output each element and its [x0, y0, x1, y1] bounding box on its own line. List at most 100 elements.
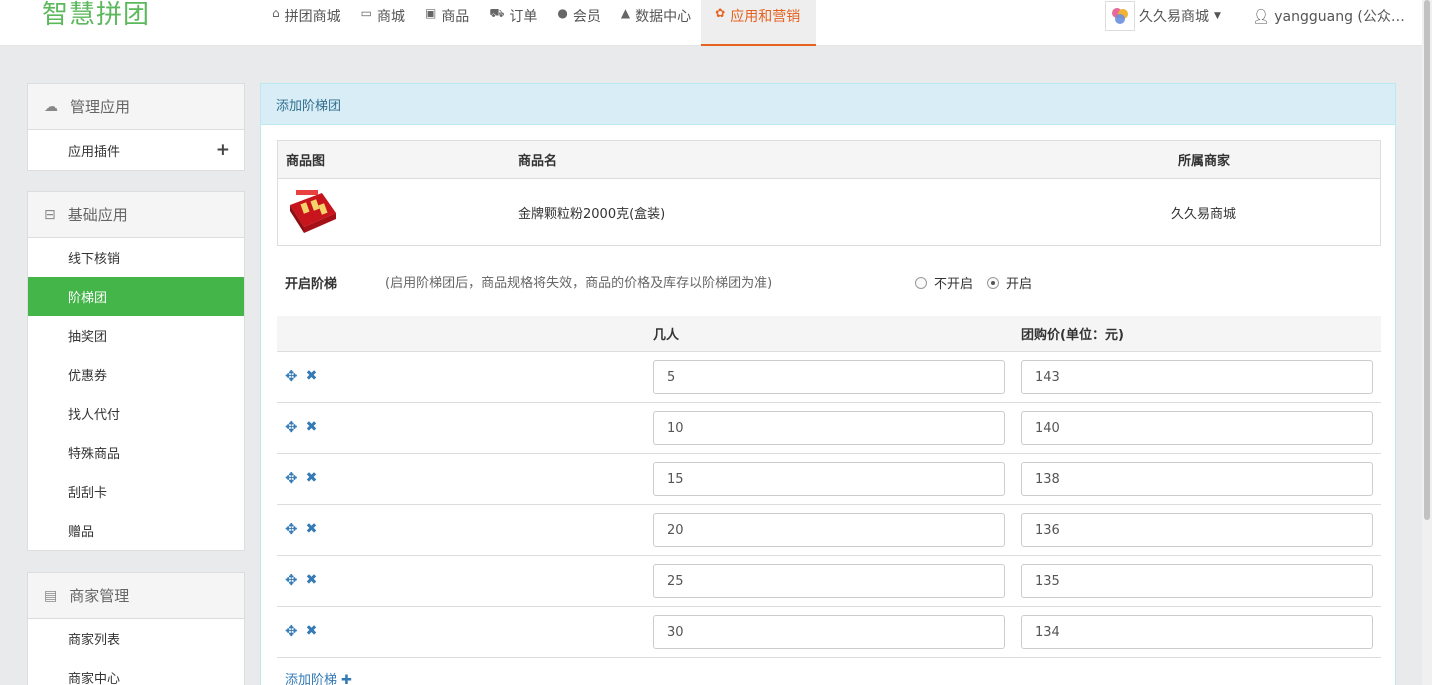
sidebar-item-scratch-card[interactable]: 刮刮卡: [28, 472, 244, 511]
inbox-icon: ⊟: [44, 206, 56, 223]
move-icon[interactable]: ✥: [285, 369, 298, 384]
people-input[interactable]: [653, 513, 1005, 547]
shop-name: 久久易商城: [1139, 9, 1209, 25]
sidebar-item-merchant-center[interactable]: 商家中心: [28, 658, 244, 685]
page-title: 添加阶梯团: [261, 84, 1395, 125]
radio-on-label[interactable]: 开启: [1006, 273, 1032, 292]
sidebar-item-merchant-list[interactable]: 商家列表: [28, 619, 244, 658]
people-input[interactable]: [653, 411, 1005, 445]
ladder-toggle-label: 开启阶梯: [285, 277, 338, 292]
people-input[interactable]: [653, 360, 1005, 394]
home-icon: ⌂: [272, 6, 280, 20]
sidebar-item-lottery-group[interactable]: 抽奖团: [28, 316, 244, 355]
add-ladder-button[interactable]: 添加阶梯 ✚: [285, 669, 352, 685]
move-icon[interactable]: ✥: [285, 624, 298, 639]
radio-off[interactable]: [915, 276, 927, 289]
price-input[interactable]: [1021, 411, 1373, 445]
nav-members[interactable]: ● 会员: [547, 0, 610, 46]
radio-off-label[interactable]: 不开启: [934, 273, 973, 292]
move-icon[interactable]: ✥: [285, 573, 298, 588]
people-input[interactable]: [653, 462, 1005, 496]
move-icon[interactable]: ✥: [285, 420, 298, 435]
user-icon: 👤︎: [1252, 9, 1275, 25]
price-input[interactable]: [1021, 360, 1373, 394]
user-icon: ●: [557, 6, 568, 20]
people-input[interactable]: [653, 615, 1005, 649]
sidebar-group-manage-apps: ☁ 管理应用 应用插件 +: [27, 83, 245, 171]
monitor-icon: ▭: [360, 6, 372, 20]
user-name: yangguang (公众号...: [1274, 9, 1407, 25]
apps-icon: ✿: [715, 6, 726, 20]
nav-data-center[interactable]: ▲ 数据中心: [611, 0, 701, 46]
price-input[interactable]: [1021, 462, 1373, 496]
sidebar-item-special-goods[interactable]: 特殊商品: [28, 433, 244, 472]
people-input[interactable]: [653, 564, 1005, 598]
sidebar-item-gifts[interactable]: 赠品: [28, 511, 244, 550]
goods-name: 金牌颗粒粉2000克(盒装): [518, 206, 666, 222]
nav-goods[interactable]: ▣ 商品: [415, 0, 479, 46]
move-icon[interactable]: ✥: [285, 471, 298, 486]
sidebar-group-merchant: ▤ 商家管理 商家列表 商家中心: [27, 572, 245, 685]
col-goods-image: 商品图: [286, 154, 326, 169]
ladder-toggle-radios: 不开启 开启: [915, 273, 1046, 292]
col-merchant: 所属商家: [1178, 154, 1231, 169]
table-row: ✥ ✖: [277, 556, 1381, 607]
sidebar-group-header: ▤ 商家管理: [28, 573, 244, 619]
remove-icon[interactable]: ✖: [306, 522, 318, 536]
sidebar-group-basic-apps: ⊟ 基础应用 线下核销 阶梯团 抽奖团 优惠券 找人代付 特殊商品 刮刮卡 赠品: [27, 191, 245, 551]
nav-apps-marketing[interactable]: ✿ 应用和营销: [701, 0, 817, 46]
nav-mall[interactable]: ▭ 商城: [351, 0, 415, 46]
top-navbar: 智慧拼团 ⌂ 拼团商城 ▭ 商城 ▣ 商品 ⛟ 订单 ● 会员 ▲ 数据中心 ✿ 应用和营销 …: [0, 0, 1422, 46]
table-row: 金牌颗粒粉2000克(盒装) 久久易商城: [278, 179, 1380, 245]
remove-icon[interactable]: ✖: [306, 471, 318, 485]
chart-icon: ▲: [620, 6, 631, 20]
price-input[interactable]: [1021, 564, 1373, 598]
cloud-icon: ☁: [44, 98, 58, 115]
sidebar-group-header: ⊟ 基础应用: [28, 192, 244, 238]
col-goods-name: 商品名: [518, 154, 558, 169]
goods-table: 商品图 商品名 所属商家 金牌颗粒粉2000克(盒装) 久久易商城: [277, 140, 1381, 246]
chevron-down-icon: ▼: [1214, 11, 1221, 21]
product-image: [286, 179, 338, 245]
goods-table-header: 商品图 商品名 所属商家: [278, 141, 1380, 179]
nav-pintuan-mall[interactable]: ⌂ 拼团商城: [262, 0, 351, 46]
sidebar-item-ladder-group[interactable]: 阶梯团: [28, 277, 244, 316]
ladder-toggle-note: (启用阶梯团后，商品规格将失效，商品的价格及库存以阶梯团为准): [385, 276, 773, 291]
page-scrollbar[interactable]: [1422, 0, 1432, 685]
archive-icon: ▤: [44, 587, 58, 604]
remove-icon[interactable]: ✖: [306, 420, 318, 434]
table-row: ✥ ✖: [277, 607, 1381, 658]
col-people: 几人: [653, 328, 680, 343]
main-nav: ⌂ 拼团商城 ▭ 商城 ▣ 商品 ⛟ 订单 ● 会员 ▲ 数据中心 ✿ 应用和营销: [262, 0, 817, 46]
sidebar-item-coupons[interactable]: 优惠券: [28, 355, 244, 394]
table-row: ✥ ✖: [277, 352, 1381, 403]
brand-logo[interactable]: 智慧拼团: [42, 0, 150, 31]
product-box-icon: [290, 190, 336, 233]
sidebar-item-offline-verify[interactable]: 线下核销: [28, 238, 244, 277]
price-input[interactable]: [1021, 615, 1373, 649]
col-price: 团购价(单位：元): [1021, 328, 1124, 343]
remove-icon[interactable]: ✖: [306, 573, 318, 587]
table-row: ✥ ✖: [277, 403, 1381, 454]
ladder-table-header: 几人 团购价(单位：元): [277, 316, 1381, 352]
plus-icon[interactable]: +: [216, 140, 230, 160]
user-menu[interactable]: 👤︎ yangguang (公众号...: [1252, 6, 1407, 26]
sidebar-item-pay-for-me[interactable]: 找人代付: [28, 394, 244, 433]
sidebar-item-app-plugins[interactable]: 应用插件 +: [28, 130, 244, 170]
plus-icon: ✚: [341, 673, 353, 685]
price-input[interactable]: [1021, 513, 1373, 547]
remove-icon[interactable]: ✖: [306, 624, 318, 638]
remove-icon[interactable]: ✖: [306, 369, 318, 383]
move-icon[interactable]: ✥: [285, 522, 298, 537]
table-row: ✥ ✖: [277, 505, 1381, 556]
gift-icon: ▣: [424, 6, 437, 20]
sidebar-group-header: ☁ 管理应用: [28, 84, 244, 130]
table-row: ✥ ✖: [277, 454, 1381, 505]
main-panel: 添加阶梯团 商品图 商品名 所属商家 金牌颗粒粉2000克(盒装) 久久易商城: [260, 83, 1396, 685]
shop-logo-icon: [1105, 1, 1135, 31]
scrollbar-thumb[interactable]: [1424, 0, 1430, 520]
ladder-table: 几人 团购价(单位：元) ✥✖ ✥✖ ✥✖ ✥✖ ✥✖: [277, 316, 1381, 658]
nav-orders[interactable]: ⛟ 订单: [479, 0, 547, 46]
shop-switcher[interactable]: 久久易商城 ▼: [1105, 0, 1221, 32]
radio-on[interactable]: [987, 276, 1000, 289]
